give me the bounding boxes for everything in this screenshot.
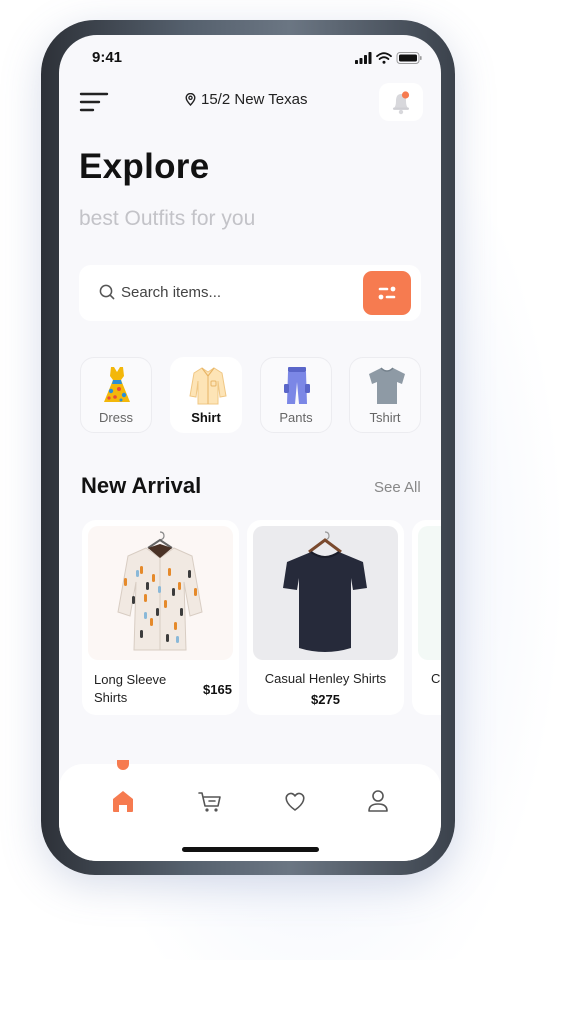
product-name-line: Long Sleeve [94,672,167,687]
navy-tshirt-image [283,531,367,652]
product-price: $165 [203,682,232,697]
product-card[interactable]: Long Sleeve Shirts $165 [82,520,239,715]
wifi-icon [376,52,392,64]
notification-button[interactable] [379,83,423,121]
location-label: 15/2 New Texas [201,91,308,108]
category-label: Dress [99,410,133,425]
product-name: C [431,671,441,686]
search-icon [99,284,115,300]
cart-icon [198,792,221,812]
product-price: $275 [311,692,340,707]
product-image [253,526,398,660]
home-indicator [182,847,319,852]
notification-dot [401,91,410,99]
category-label: Pants [279,410,313,425]
section-title-new-arrival: New Arrival [81,473,202,498]
product-image [88,526,233,660]
profile-icon [368,790,388,812]
battery-icon [396,52,422,64]
nav-cart[interactable] [196,788,224,814]
nav-favorites[interactable] [281,788,309,814]
heart-icon [285,792,305,811]
menu-button[interactable] [79,91,109,113]
product-name: Long Sleeve Shirts [94,671,166,707]
status-bar: 9:41 [59,35,441,79]
search-bar [79,265,421,321]
product-name-line: Shirts [94,690,128,705]
hamburger-menu-icon [79,92,109,112]
see-all-link[interactable]: See All [374,479,421,496]
filter-button[interactable] [363,271,411,315]
system-status-icons [355,52,422,64]
signal-icon [355,52,372,64]
nav-home[interactable] [109,788,137,814]
category-dress[interactable]: Dress [80,357,152,433]
home-icon [113,791,133,812]
page-subtitle: best Outfits for you [79,207,256,230]
location-pin-icon [185,93,196,106]
category-tshirt[interactable]: Tshirt [349,357,421,433]
bell-icon [393,91,410,115]
bottom-navigation [59,760,441,861]
pants-icon [284,367,310,404]
tshirt-icon [369,367,405,404]
search-input[interactable] [121,281,341,303]
category-label: Tshirt [369,410,401,425]
nav-profile[interactable] [364,788,392,814]
product-card[interactable]: C [412,520,441,715]
status-time: 9:41 [92,49,123,66]
active-tab-indicator [117,760,129,770]
category-shirt[interactable]: Shirt [170,357,242,433]
shirt-icon [189,367,227,405]
filter-icon [378,286,396,300]
app-screen: 9:41 15/2 New Texas Explore best Outfits… [59,35,441,861]
category-pants[interactable]: Pants [260,357,332,433]
category-label: Shirt [191,410,221,425]
product-image [418,526,441,660]
product-name: Casual Henley Shirts [264,671,387,686]
page-title: Explore [79,147,210,186]
product-card[interactable]: Casual Henley Shirts $275 [247,520,404,715]
patterned-shirt-image [117,531,203,651]
dress-icon [104,367,130,402]
location-selector[interactable]: 15/2 New Texas [185,91,307,108]
